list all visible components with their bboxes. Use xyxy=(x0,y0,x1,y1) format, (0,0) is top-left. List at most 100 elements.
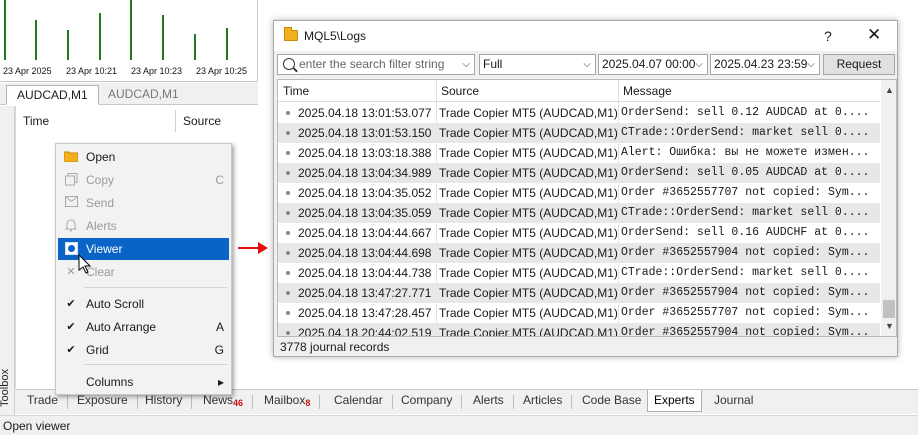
x-tick-label: 23 Apr 10:21 xyxy=(66,66,118,76)
toolbox-strip: Toolbox xyxy=(0,106,15,415)
table-row[interactable]: 2025.04.18 13:04:35.059 Trade Copier MT5 … xyxy=(278,203,880,223)
price-chart[interactable]: 23 Apr 2025 23 Apr 10:21 23 Apr 10:23 23… xyxy=(0,0,258,82)
row-source: Trade Copier MT5 (AUDCAD,M1) xyxy=(439,226,618,240)
column-header-source[interactable]: Source xyxy=(441,84,479,98)
table-row[interactable]: 2025.04.18 13:04:34.989 Trade Copier MT5 … xyxy=(278,163,880,183)
submenu-arrow-icon: ▸ xyxy=(217,375,224,389)
tab-code-base[interactable]: Code Base xyxy=(576,390,652,412)
scroll-down-icon[interactable]: ▼ xyxy=(885,321,894,331)
scroll-thumb[interactable] xyxy=(883,300,895,318)
status-bar: Open viewer xyxy=(0,415,918,435)
table-row[interactable]: 2025.04.18 13:04:44.667 Trade Copier MT5 … xyxy=(278,223,880,243)
row-source: Trade Copier MT5 (AUDCAD,M1) xyxy=(439,326,618,337)
row-time: 2025.04.18 13:47:27.771 xyxy=(298,286,432,300)
menu-item-auto-arrange[interactable]: ✔ Auto Arrange A xyxy=(58,316,229,338)
help-button[interactable]: ? xyxy=(824,28,832,44)
log-level-dot-icon xyxy=(286,291,290,295)
row-message: OrderSend: sell 0.16 AUDCHF at 0.... xyxy=(621,226,870,239)
log-level-dot-icon xyxy=(286,131,290,135)
search-icon xyxy=(283,58,295,70)
log-table: Time Source Message 2025.04.18 13:01:53.… xyxy=(277,79,897,337)
menu-item-alerts[interactable]: Alerts xyxy=(58,215,229,237)
toolbox-label[interactable]: Toolbox xyxy=(0,363,11,413)
table-row[interactable]: 2025.04.18 13:47:27.771 Trade Copier MT5 … xyxy=(278,283,880,303)
column-header-message[interactable]: Message xyxy=(623,84,672,98)
row-source: Trade Copier MT5 (AUDCAD,M1) xyxy=(439,186,618,200)
vertical-scrollbar[interactable]: ▲ ▼ xyxy=(881,80,896,336)
row-time: 2025.04.18 13:04:34.989 xyxy=(298,166,432,180)
scroll-up-icon[interactable]: ▲ xyxy=(885,85,894,95)
tab-alerts[interactable]: Alerts xyxy=(467,390,514,412)
tab-mailbox[interactable]: Mailbox8 xyxy=(258,390,321,412)
table-row[interactable]: 2025.04.18 13:47:28.457 Trade Copier MT5 … xyxy=(278,303,880,323)
title-bar[interactable]: MQL5\Logs ? ✕ xyxy=(274,21,897,51)
date-from-picker[interactable]: 2025.04.07 00:00 ⌵ xyxy=(598,54,708,75)
column-header-time[interactable]: Time xyxy=(283,84,309,98)
column-header-time[interactable]: Time xyxy=(23,114,49,128)
row-time: 2025.04.18 13:47:28.457 xyxy=(298,306,432,320)
table-row[interactable]: 2025.04.18 13:03:18.388 Trade Copier MT5 … xyxy=(278,143,880,163)
table-row[interactable]: 2025.04.18 13:04:44.738 Trade Copier MT5 … xyxy=(278,263,880,283)
level-select[interactable]: Full ⌵ xyxy=(479,54,596,75)
chart-tab-audcad-1[interactable]: AUDCAD,M1 xyxy=(6,85,99,105)
row-message: CTrade::OrderSend: market sell 0.... xyxy=(621,206,870,219)
tab-journal[interactable]: Journal xyxy=(708,390,759,412)
log-table-header: Time Source Message xyxy=(278,80,880,102)
tab-experts[interactable]: Experts xyxy=(647,390,702,412)
record-count: 3778 journal records xyxy=(280,340,390,354)
menu-item-columns[interactable]: Columns ▸ xyxy=(58,371,229,393)
red-arrow-icon xyxy=(238,242,268,254)
table-row[interactable]: 2025.04.18 13:01:53.077 Trade Copier MT5 … xyxy=(278,103,880,123)
row-message: Order #3652557904 not copied: Sym... xyxy=(621,326,870,337)
row-message: Order #3652557904 not copied: Sym... xyxy=(621,286,870,299)
bell-icon xyxy=(64,219,78,233)
news-badge: 46 xyxy=(233,398,244,408)
chevron-down-icon[interactable]: ⌵ xyxy=(807,55,815,74)
chevron-down-icon[interactable]: ⌵ xyxy=(695,55,703,74)
date-to-picker[interactable]: 2025.04.23 23:59 ⌵ xyxy=(710,54,820,75)
mail-icon xyxy=(64,196,78,210)
row-time: 2025.04.18 20:44:02.519 xyxy=(298,326,432,337)
shortcut-copy: C xyxy=(215,173,224,187)
log-level-dot-icon xyxy=(286,171,290,175)
menu-item-open[interactable]: Open xyxy=(58,146,229,168)
log-level-dot-icon xyxy=(286,111,290,115)
menu-item-auto-scroll[interactable]: ✔ Auto Scroll xyxy=(58,293,229,315)
chart-tab-audcad-2[interactable]: AUDCAD,M1 xyxy=(98,85,189,105)
chevron-down-icon[interactable]: ⌵ xyxy=(583,55,591,74)
search-input[interactable]: enter the search filter string ⌵ xyxy=(277,54,475,75)
clear-icon: ✕ xyxy=(66,266,76,278)
log-level-dot-icon xyxy=(286,191,290,195)
menu-item-copy[interactable]: Copy C xyxy=(58,169,229,191)
row-source: Trade Copier MT5 (AUDCAD,M1) xyxy=(439,166,618,180)
row-message: Order #3652557707 not copied: Sym... xyxy=(621,186,870,199)
table-row[interactable]: 2025.04.18 13:04:35.052 Trade Copier MT5 … xyxy=(278,183,880,203)
search-placeholder: enter the search filter string xyxy=(299,57,445,71)
log-level-dot-icon xyxy=(286,211,290,215)
menu-item-send[interactable]: Send xyxy=(58,192,229,214)
status-text: Open viewer xyxy=(3,419,71,433)
column-header-source[interactable]: Source xyxy=(183,114,221,128)
chevron-down-icon[interactable]: ⌵ xyxy=(462,55,470,74)
tab-calendar[interactable]: Calendar xyxy=(328,390,393,412)
table-row[interactable]: 2025.04.18 13:01:53.150 Trade Copier MT5 … xyxy=(278,123,880,143)
request-button[interactable]: Request xyxy=(823,54,895,75)
logs-viewer-window: MQL5\Logs ? ✕ enter the search filter st… xyxy=(273,20,898,357)
x-tick-label: 23 Apr 2025 xyxy=(3,66,52,76)
close-button[interactable]: ✕ xyxy=(867,25,881,45)
date-to-value: 2025.04.23 23:59 xyxy=(714,57,808,71)
row-message: OrderSend: sell 0.12 AUDCAD at 0.... xyxy=(621,106,870,119)
table-row[interactable]: 2025.04.18 13:04:44.698 Trade Copier MT5 … xyxy=(278,243,880,263)
mouse-cursor-icon xyxy=(78,254,92,274)
log-level-dot-icon xyxy=(286,271,290,275)
tab-company[interactable]: Company xyxy=(395,390,463,412)
menu-item-grid[interactable]: ✔ Grid G xyxy=(58,339,229,361)
row-source: Trade Copier MT5 (AUDCAD,M1) xyxy=(439,206,618,220)
tab-articles[interactable]: Articles xyxy=(517,390,573,412)
check-icon: ✔ xyxy=(66,298,76,310)
row-message: Order #3652557707 not copied: Sym... xyxy=(621,306,870,319)
row-message: CTrade::OrderSend: market sell 0.... xyxy=(621,126,870,139)
folder-icon xyxy=(284,27,298,41)
table-row[interactable]: 2025.04.18 20:44:02.519 Trade Copier MT5 … xyxy=(278,323,880,337)
log-level-dot-icon xyxy=(286,311,290,315)
